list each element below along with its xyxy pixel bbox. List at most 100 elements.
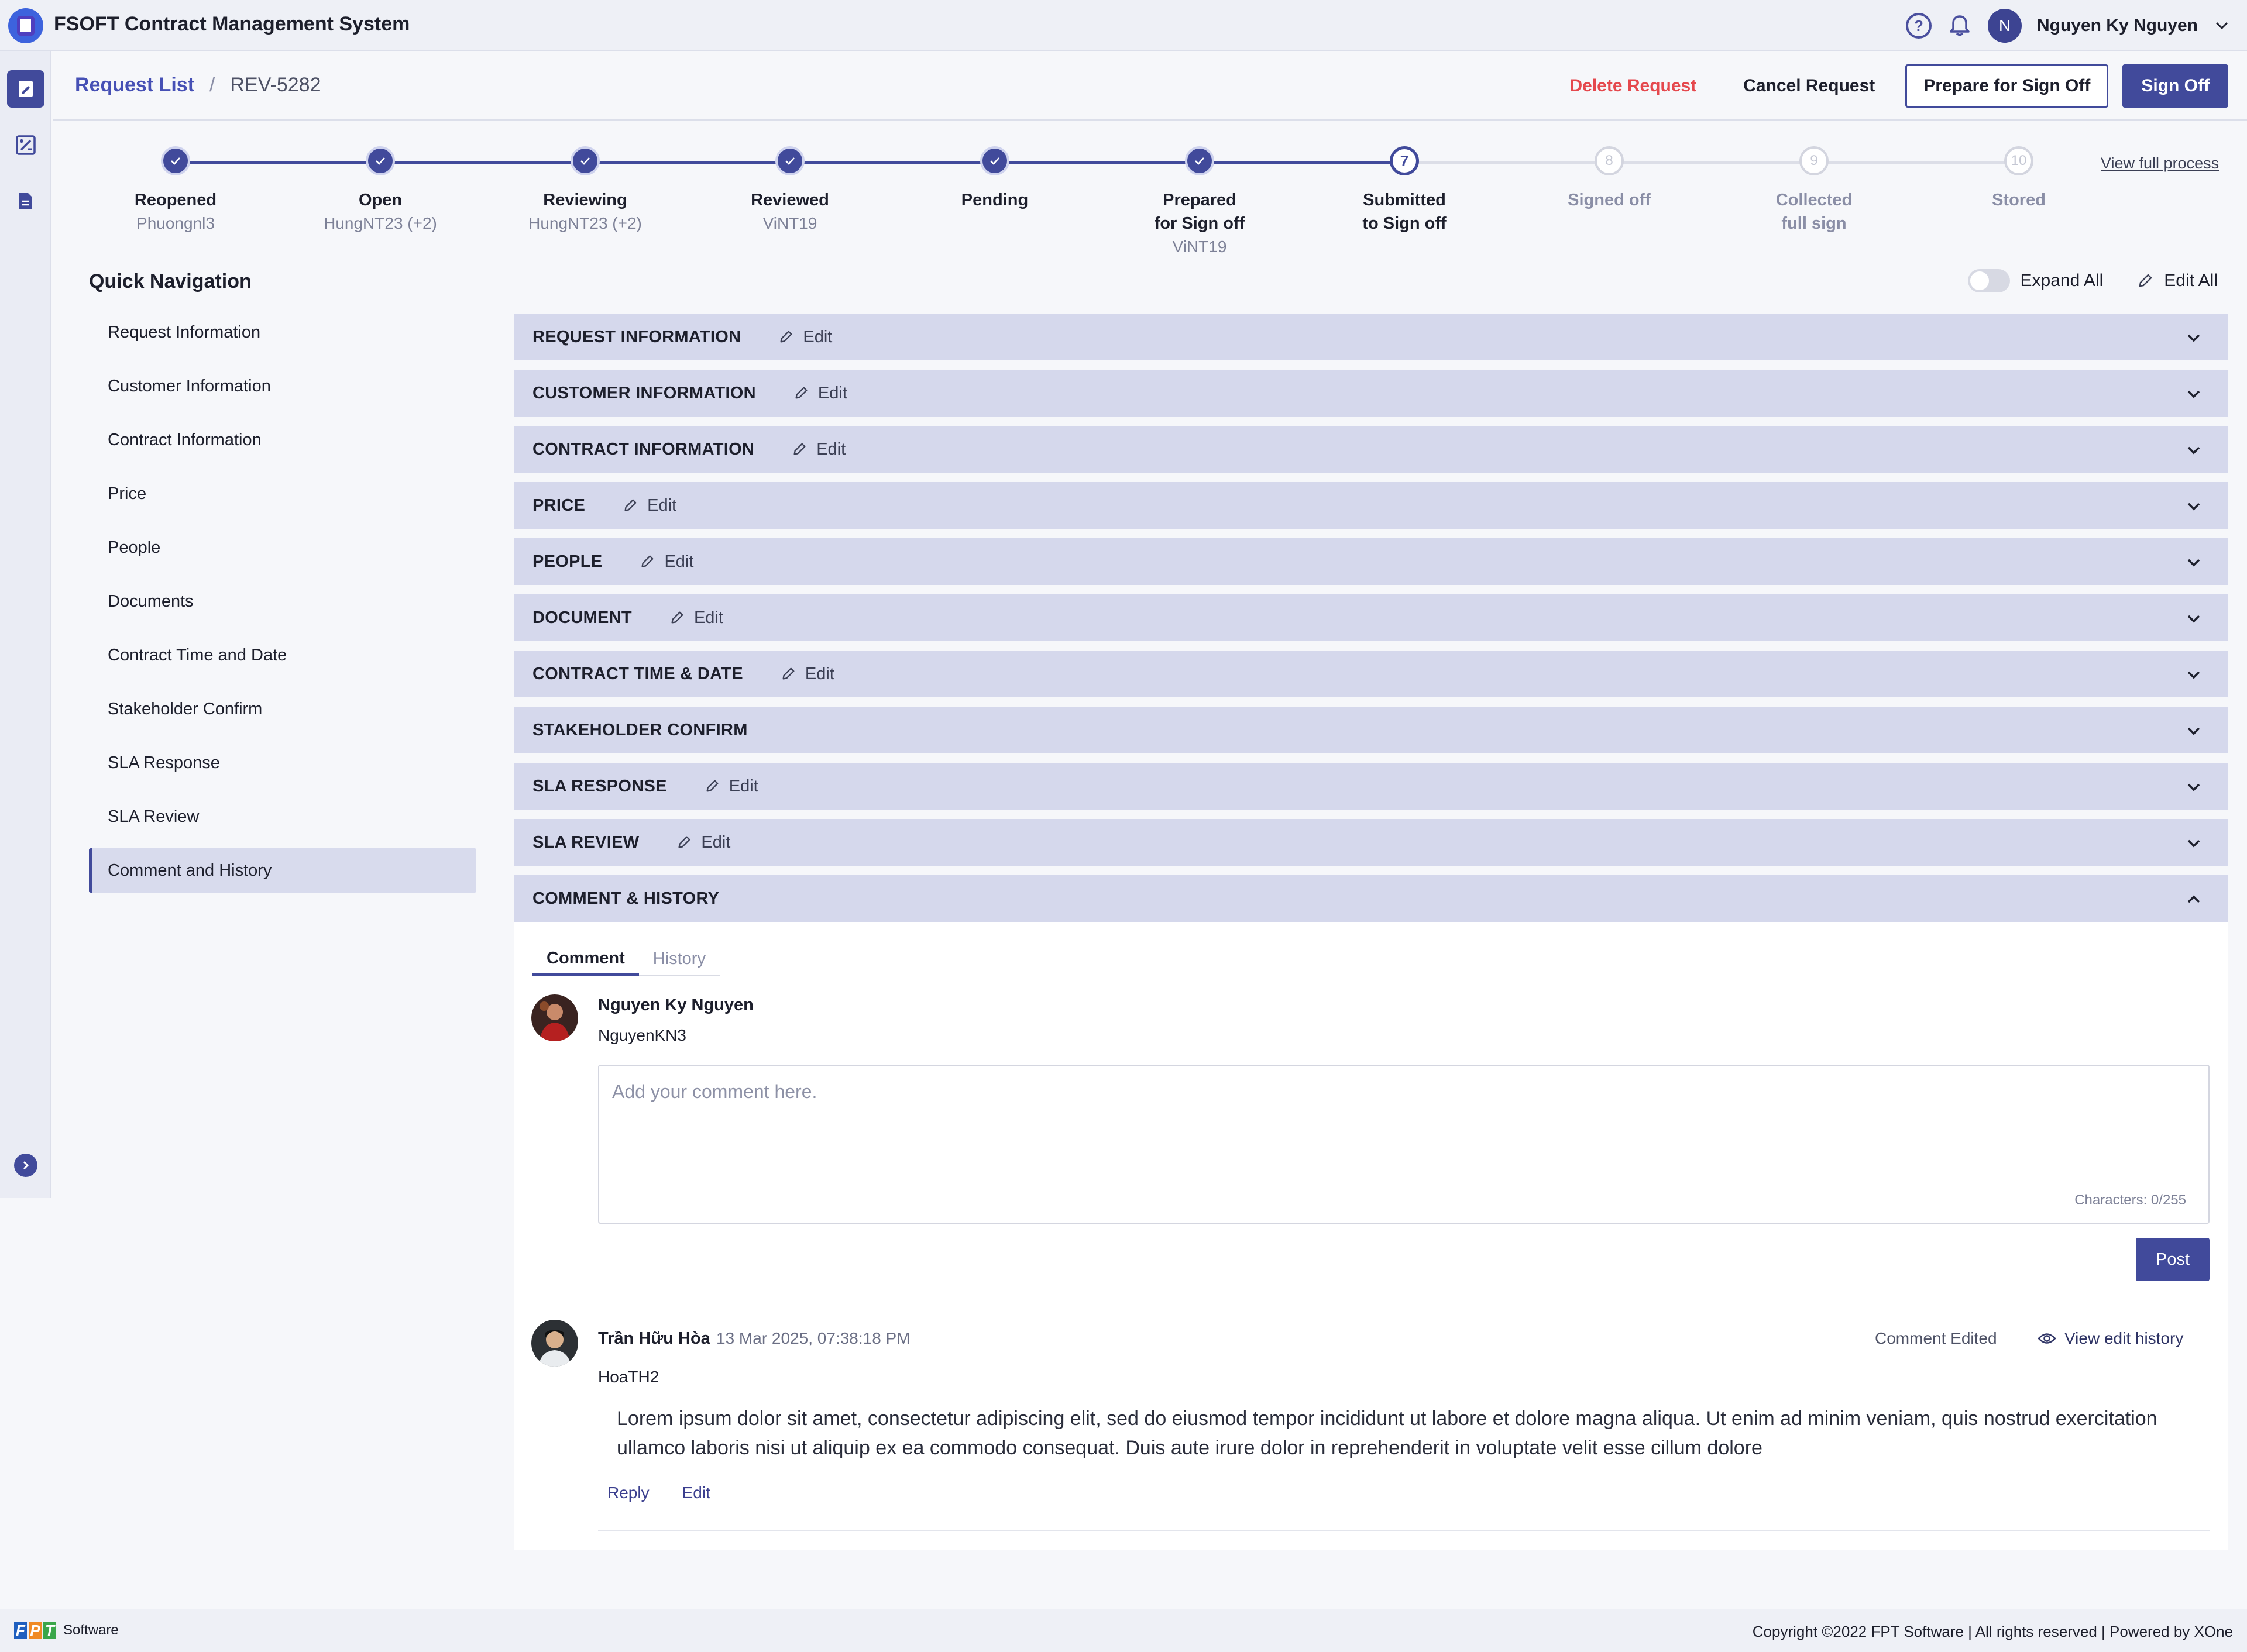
tab-history[interactable]: History — [638, 943, 720, 976]
stepper-step[interactable]: Reviewing HungNT23 (+2) — [509, 146, 661, 235]
edit-comment-button[interactable]: Edit — [682, 1484, 710, 1502]
section-edit-button[interactable]: Edit — [669, 608, 723, 628]
step-label-line1: Open — [358, 191, 403, 209]
chevron-down-icon[interactable] — [2185, 497, 2203, 515]
section-edit-button[interactable]: Edit — [781, 665, 834, 684]
section-edit-button[interactable]: Edit — [623, 496, 676, 515]
commenter-avatar — [531, 1320, 578, 1367]
chevron-up-icon[interactable] — [2185, 890, 2203, 908]
comment-placeholder: Add your comment here. — [612, 1081, 817, 1102]
stepper-step[interactable]: 7 Submitted to Sign off — [1328, 146, 1480, 235]
prepare-sign-off-button[interactable]: Prepare for Sign Off — [1905, 64, 2109, 108]
quick-nav-item[interactable]: Comment and History — [89, 848, 476, 893]
section-header[interactable]: PEOPLE Edit — [514, 538, 2228, 585]
step-label-line1: Signed off — [1568, 191, 1651, 209]
stepper-step[interactable]: 8 Signed off — [1533, 146, 1685, 212]
section-header[interactable]: CONTRACT INFORMATION Edit — [514, 426, 2228, 473]
quick-nav-item[interactable]: SLA Response — [89, 741, 476, 785]
chevron-down-icon[interactable] — [2185, 778, 2203, 796]
view-full-process-link[interactable]: View full process — [2101, 154, 2219, 173]
pencil-icon — [793, 443, 806, 455]
section-edit-button[interactable]: Edit — [778, 328, 832, 347]
user-avatar[interactable]: N — [1987, 9, 2022, 43]
quick-nav-item[interactable]: Contract Time and Date — [89, 633, 476, 677]
stepper-step[interactable]: Pending — [919, 146, 1071, 212]
chevron-down-icon[interactable] — [2185, 385, 2203, 402]
expand-rail-icon[interactable] — [14, 1154, 37, 1177]
quick-nav-item[interactable]: Stakeholder Confirm — [89, 687, 476, 731]
section-edit-label: Edit — [805, 664, 834, 683]
chevron-down-icon[interactable] — [2185, 441, 2203, 459]
post-button[interactable]: Post — [2136, 1238, 2210, 1281]
section-edit-button[interactable]: Edit — [705, 777, 758, 796]
breadcrumb-request-list[interactable]: Request List — [75, 74, 194, 97]
section-edit-button[interactable]: Edit — [640, 552, 693, 572]
section-header[interactable]: DOCUMENT Edit — [514, 594, 2228, 641]
quick-nav-item[interactable]: Customer Information — [89, 364, 476, 408]
quick-nav-item[interactable]: Price — [89, 471, 476, 516]
sign-off-button[interactable]: Sign Off — [2122, 64, 2228, 108]
quick-nav-item[interactable]: Request Information — [89, 310, 476, 355]
pencil-icon — [641, 555, 654, 567]
section-edit-button[interactable]: Edit — [792, 440, 846, 459]
chevron-down-icon[interactable] — [2185, 834, 2203, 852]
fpt-letter-p: P — [29, 1622, 42, 1639]
rail-documents-icon[interactable] — [7, 183, 44, 220]
section-header[interactable]: PRICE Edit — [514, 482, 2228, 529]
stepper-step[interactable]: Prepared for Sign off ViNT19 — [1124, 146, 1276, 259]
chevron-down-icon[interactable] — [2185, 666, 2203, 683]
pencil-icon — [624, 499, 637, 511]
help-icon[interactable]: ? — [1905, 13, 1932, 39]
app-title: FSOFT Contract Management System — [54, 13, 410, 35]
composer-id: NguyenKN3 — [598, 1026, 686, 1044]
chevron-down-icon[interactable] — [2185, 610, 2203, 627]
stepper-step[interactable]: 10 Stored — [1943, 146, 2095, 212]
section-header[interactable]: COMMENT & HISTORY — [514, 875, 2228, 922]
pencil-icon — [782, 667, 795, 680]
chevron-down-icon[interactable] — [2185, 722, 2203, 739]
section-header[interactable]: CUSTOMER INFORMATION Edit — [514, 370, 2228, 417]
chevron-down-icon[interactable] — [2185, 553, 2203, 571]
breadcrumb-current: REV-5282 — [230, 74, 321, 96]
top-right-controls: ? N Nguyen Ky Nguyen — [1905, 9, 2231, 43]
app-logo-icon[interactable] — [8, 8, 43, 43]
section-title: CUSTOMER INFORMATION — [532, 383, 756, 402]
stepper-step[interactable]: Reviewed ViNT19 — [714, 146, 866, 235]
expand-all-toggle[interactable] — [1967, 269, 2010, 292]
rail-requests-icon[interactable] — [7, 70, 44, 108]
comment-textarea[interactable]: Add your comment here. Characters: 0/255 — [598, 1065, 2210, 1224]
quick-nav-item[interactable]: SLA Review — [89, 794, 476, 839]
stepper-step[interactable]: 9 Collected full sign — [1738, 146, 1890, 235]
left-rail — [0, 51, 51, 1198]
section-header[interactable]: CONTRACT TIME & DATE Edit — [514, 651, 2228, 697]
stepper-step[interactable]: Open HungNT23 (+2) — [304, 146, 456, 235]
view-edit-history-link[interactable]: View edit history — [2038, 1329, 2183, 1348]
section-edit-button[interactable]: Edit — [793, 384, 847, 403]
delete-request-button[interactable]: Delete Request — [1546, 65, 1720, 107]
cancel-request-button[interactable]: Cancel Request — [1720, 65, 1898, 107]
expand-all-label: Expand All — [2020, 271, 2104, 290]
section-header[interactable]: SLA REVIEW Edit — [514, 819, 2228, 866]
section-edit-label: Edit — [803, 327, 833, 346]
section-header[interactable]: STAKEHOLDER CONFIRM — [514, 707, 2228, 753]
edit-all-button[interactable]: Edit All — [2164, 271, 2218, 291]
section-edit-button[interactable]: Edit — [676, 833, 730, 852]
stepper-step[interactable]: Reopened Phuongnl3 — [99, 146, 252, 235]
step-label-line1: Stored — [1992, 191, 2046, 209]
rail-contracts-icon[interactable] — [7, 126, 44, 164]
reply-button[interactable]: Reply — [607, 1484, 650, 1502]
tab-comment[interactable]: Comment — [532, 943, 639, 976]
fpt-logo-letters: F P T — [14, 1622, 56, 1639]
chevron-down-icon[interactable] — [2185, 329, 2203, 346]
comment-actions: Reply Edit — [607, 1484, 710, 1502]
section-header[interactable]: SLA RESPONSE Edit — [514, 763, 2228, 810]
quick-nav-item[interactable]: People — [89, 525, 476, 570]
user-name[interactable]: Nguyen Ky Nguyen — [2037, 16, 2198, 36]
chevron-down-icon[interactable] — [2213, 17, 2231, 35]
bell-icon[interactable] — [1947, 13, 1973, 39]
composer-name: Nguyen Ky Nguyen — [598, 996, 754, 1014]
section-header[interactable]: REQUEST INFORMATION Edit — [514, 314, 2228, 360]
quick-nav-item[interactable]: Documents — [89, 579, 476, 624]
quick-nav-item[interactable]: Contract Information — [89, 418, 476, 462]
check-icon — [161, 146, 190, 175]
